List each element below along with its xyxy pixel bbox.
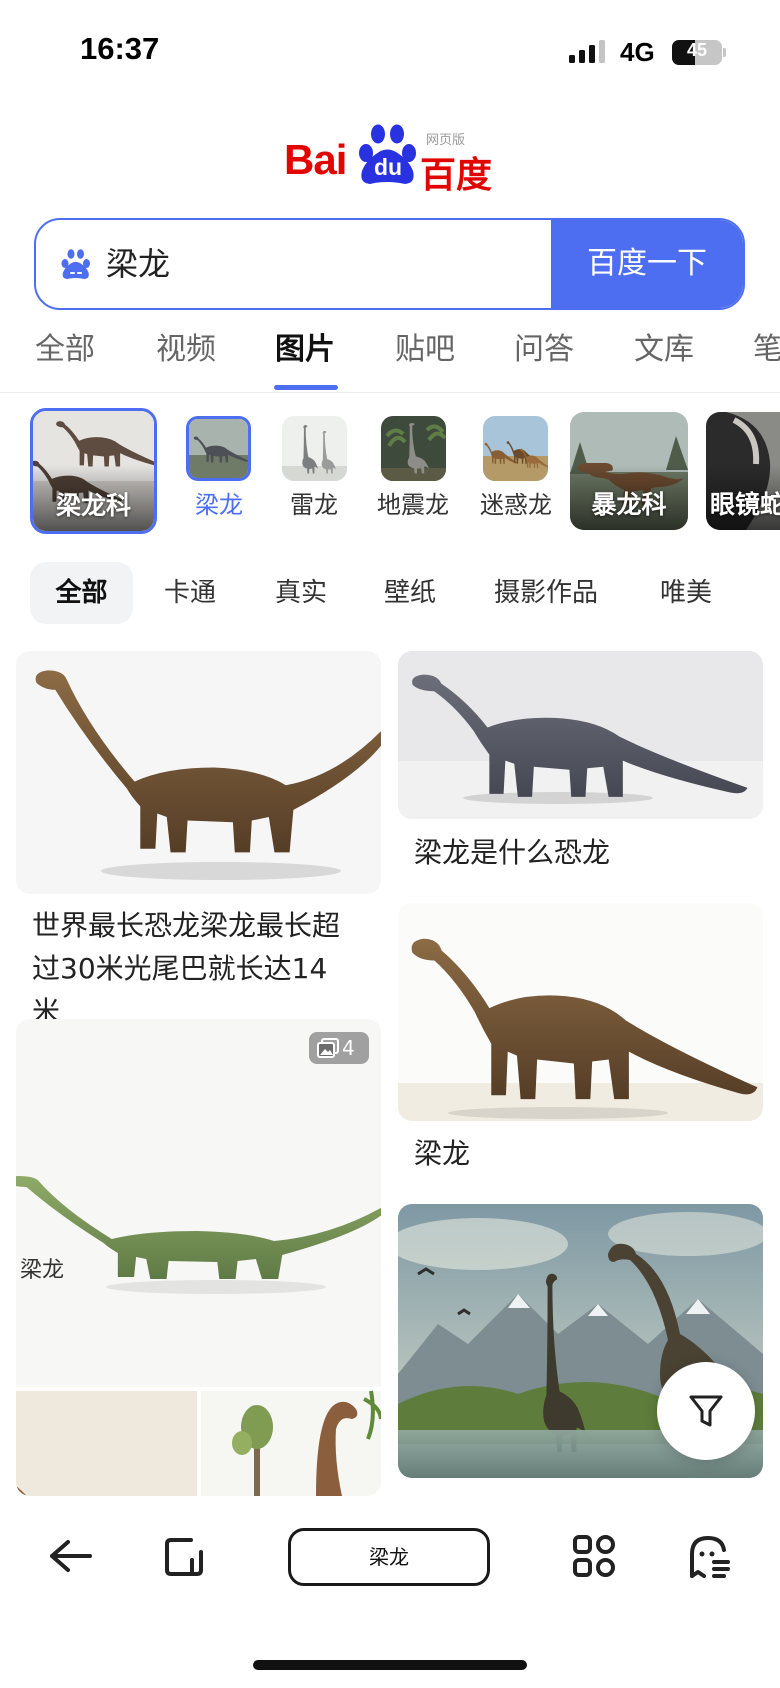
related-chip-image [483,416,548,481]
related-chip-liang-long-thumb[interactable] [186,416,251,481]
back-arrow-icon[interactable] [46,1532,94,1580]
tabs-divider [0,392,780,393]
filter-aesthetic[interactable]: 唯美 [660,562,712,624]
related-chip-label: 眼镜蛇 [710,490,780,519]
ghost-icon[interactable] [684,1532,732,1580]
filter-photography[interactable]: 摄影作品 [494,562,598,624]
related-chip-image [381,416,446,481]
result-image[interactable] [398,903,763,1121]
related-chip-mi-huo-long-thumb[interactable] [483,416,548,481]
result-image[interactable] [16,651,381,894]
logo-du-text: du [373,154,403,180]
network-type: 4G [620,37,655,67]
screen: 16:37 4G 45 Bai du 网页版 百度 梁龙 百度一下 全部 视频 … [0,0,780,1688]
related-chip-label: 暴龙科 [591,490,667,519]
battery-icon: 45 [672,40,722,65]
result-image-illustration [16,651,381,894]
tabs-icon[interactable] [161,1532,209,1580]
result-image-illustration [398,903,763,1121]
baidu-paw-icon [61,249,90,279]
related-chip-label[interactable]: 雷龙 [269,490,359,520]
tab-images[interactable]: 图片 [275,330,335,370]
related-chip-label[interactable]: 梁龙 [174,490,264,520]
tab-tieba[interactable]: 贴吧 [395,330,455,370]
tab-notes[interactable]: 笔 [753,330,780,370]
home-indicator[interactable] [253,1660,527,1670]
filter-icon [689,1395,723,1427]
image-count: 4 [342,1036,355,1060]
related-chip-di-zhen-long-thumb[interactable] [381,416,446,481]
related-chip-yan-jing-she[interactable]: 眼镜蛇 [706,412,780,530]
filter-realistic[interactable]: 真实 [275,562,327,624]
related-chip-liang-long-ke[interactable]: 梁龙科 [30,408,157,534]
related-chip-label[interactable]: 迷惑龙 [471,490,561,520]
bottom-toolbar: 梁龙 [0,1497,780,1688]
result-image-illustration [16,1019,381,1496]
search-input[interactable]: 梁龙 [36,220,553,308]
result-image-gallery[interactable]: 梁龙 4 [16,1019,381,1496]
status-time: 16:37 [80,31,160,66]
filter-all[interactable]: 全部 [30,562,133,624]
related-chip-image [282,416,347,481]
tab-all[interactable]: 全部 [35,330,95,370]
related-chip-bao-long-ke[interactable]: 暴龙科 [570,412,688,530]
gallery-icon [317,1038,339,1058]
battery-percent: 45 [686,40,708,60]
logo-bai-text: Bai [284,136,347,183]
image-count-badge: 4 [309,1032,369,1064]
active-tab-indicator [274,385,338,390]
result-caption[interactable]: 梁龙 [414,1132,470,1175]
result-image[interactable] [398,651,763,819]
related-chip-label: 梁龙科 [55,491,131,520]
image-embedded-label: 梁龙 [20,1258,65,1283]
filter-cartoon[interactable]: 卡通 [164,562,216,624]
tab-video[interactable]: 视频 [156,330,216,370]
bottom-search-pill[interactable]: 梁龙 [288,1528,490,1586]
logo-baidu-cn: 百度 [420,154,493,195]
search-button[interactable]: 百度一下 [551,220,743,308]
tab-qa[interactable]: 问答 [514,330,574,370]
search-box: 梁龙 百度一下 [34,218,745,310]
search-query-text: 梁龙 [106,245,171,283]
related-chip-lei-long-thumb[interactable] [282,416,347,481]
related-chip-image [189,419,248,478]
battery-nub [723,48,726,57]
grid-icon[interactable] [570,1532,618,1580]
related-chip-label[interactable]: 地震龙 [368,490,458,520]
filter-wallpaper[interactable]: 壁纸 [384,562,436,624]
result-caption[interactable]: 世界最长恐龙梁龙最长超过30米光尾巴就长达14米 [32,904,354,1033]
result-caption[interactable]: 梁龙是什么恐龙 [414,831,610,874]
tab-wenku[interactable]: 文库 [634,330,694,370]
result-image-illustration [398,651,763,819]
filter-button[interactable] [657,1362,755,1460]
signal-icon [569,40,605,63]
